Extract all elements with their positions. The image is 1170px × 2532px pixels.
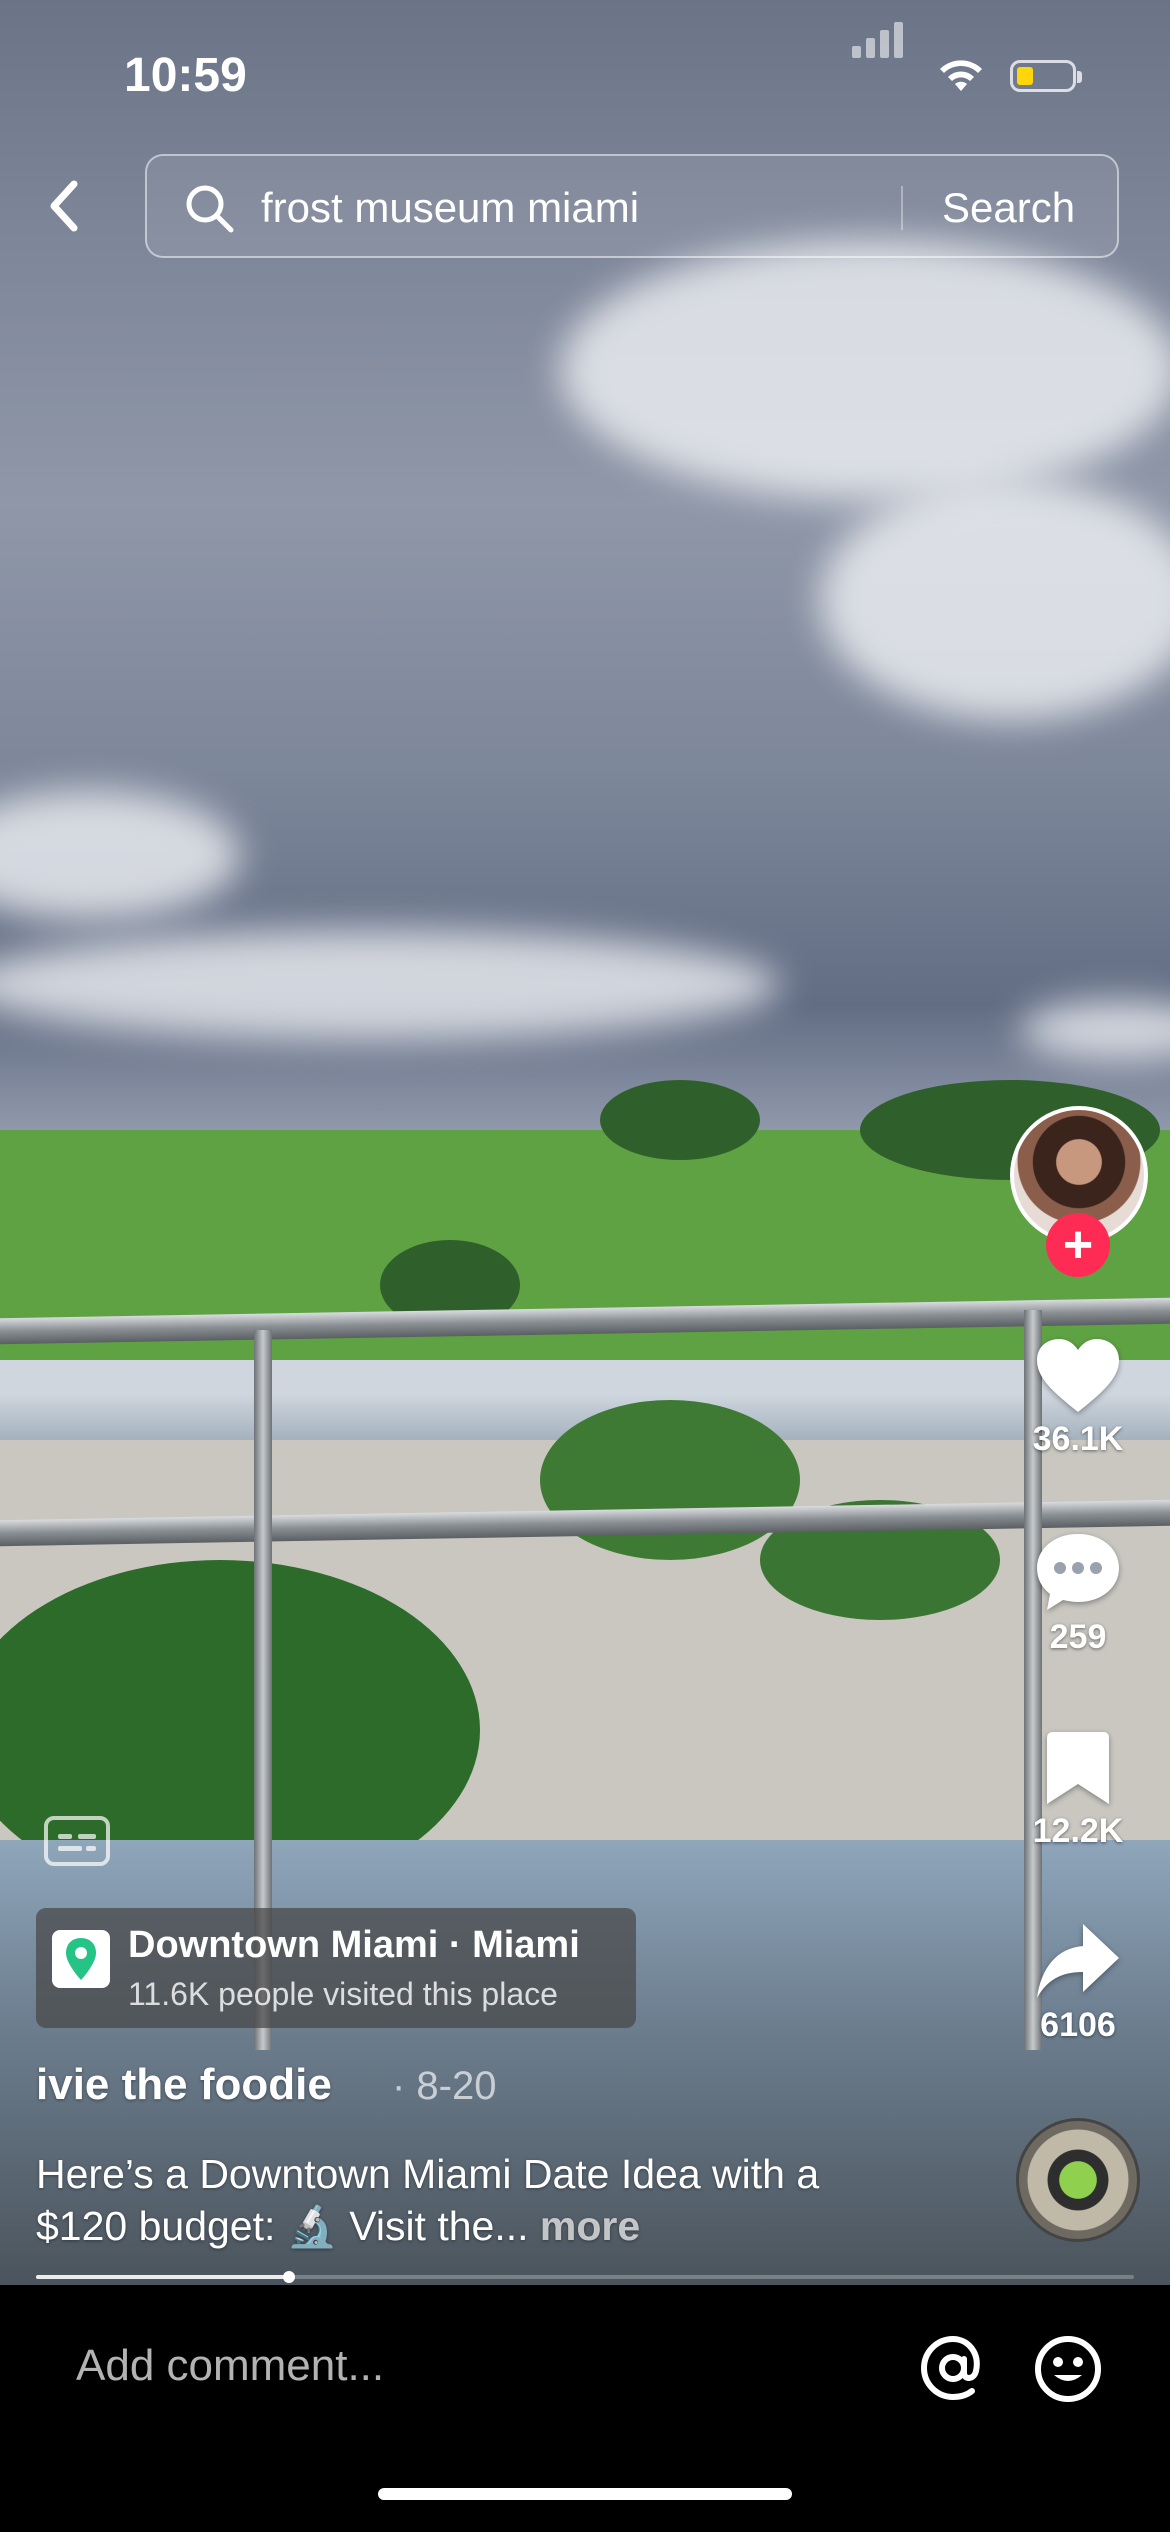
search-input[interactable]: frost museum miami (261, 184, 639, 232)
like-button[interactable]: 36.1K (1022, 1336, 1134, 1459)
save-button[interactable]: 12.2K (1022, 1728, 1134, 1851)
back-arrow-icon[interactable] (40, 176, 92, 236)
location-title: Downtown Miami · Miami (128, 1924, 580, 1966)
tiktok-video-screen: 10:59 frost museum miami Search + 36.1K … (0, 0, 1170, 2532)
bookmark-icon (1047, 1732, 1109, 1804)
author-name[interactable]: ivie the foodie (36, 2060, 332, 2110)
wifi-icon (940, 60, 982, 91)
progress-knob[interactable] (282, 2271, 295, 2283)
battery-icon (1010, 60, 1082, 92)
location-visits: 11.6K people visited this place (128, 1976, 558, 2012)
search-bar[interactable]: frost museum miami Search (145, 154, 1119, 258)
share-count: 6106 (1040, 2006, 1116, 2044)
comment-bar: Add comment... (0, 2285, 1170, 2532)
save-count: 12.2K (1032, 1812, 1124, 1850)
progress-fill (36, 2275, 289, 2279)
post-date: · 8-20 (392, 2064, 497, 2108)
emoji-icon[interactable] (1034, 2335, 1102, 2403)
cloud (560, 240, 1170, 500)
video-progress-bar[interactable] (36, 2271, 1134, 2283)
share-button[interactable]: 6106 (1022, 1920, 1134, 2045)
home-indicator (378, 2488, 792, 2500)
cloud (0, 930, 780, 1040)
video-caption[interactable]: Here’s a Downtown Miami Date Idea with a… (36, 2148, 916, 2252)
status-bar: 10:59 (0, 0, 1170, 140)
like-count: 36.1K (1032, 1420, 1124, 1458)
search-divider (901, 186, 903, 230)
status-time: 10:59 (124, 49, 247, 102)
caption-more-link[interactable]: more (540, 2203, 640, 2249)
heart-icon (1037, 1339, 1119, 1412)
comment-button[interactable]: 259 (1022, 1530, 1134, 1657)
share-arrow-icon (1037, 1924, 1119, 1998)
follow-plus-button[interactable]: + (1046, 1213, 1110, 1277)
comment-icon (1037, 1534, 1119, 1610)
cloud (0, 790, 240, 920)
captions-icon[interactable] (44, 1816, 110, 1866)
comment-input[interactable]: Add comment... (76, 2341, 384, 2391)
caption-text: Here’s a Downtown Miami Date Idea with a… (36, 2151, 820, 2249)
tree (600, 1080, 760, 1160)
cloud (1020, 1000, 1170, 1060)
location-pin-icon (52, 1930, 110, 1988)
search-button[interactable]: Search (942, 184, 1075, 232)
location-tag[interactable]: Downtown Miami · Miami 11.6K people visi… (36, 1908, 636, 2028)
comment-count: 259 (1049, 1618, 1107, 1656)
search-icon (186, 185, 234, 233)
music-disc[interactable] (1016, 2118, 1140, 2242)
cloud (820, 480, 1170, 720)
mention-at-icon[interactable] (918, 2333, 988, 2403)
